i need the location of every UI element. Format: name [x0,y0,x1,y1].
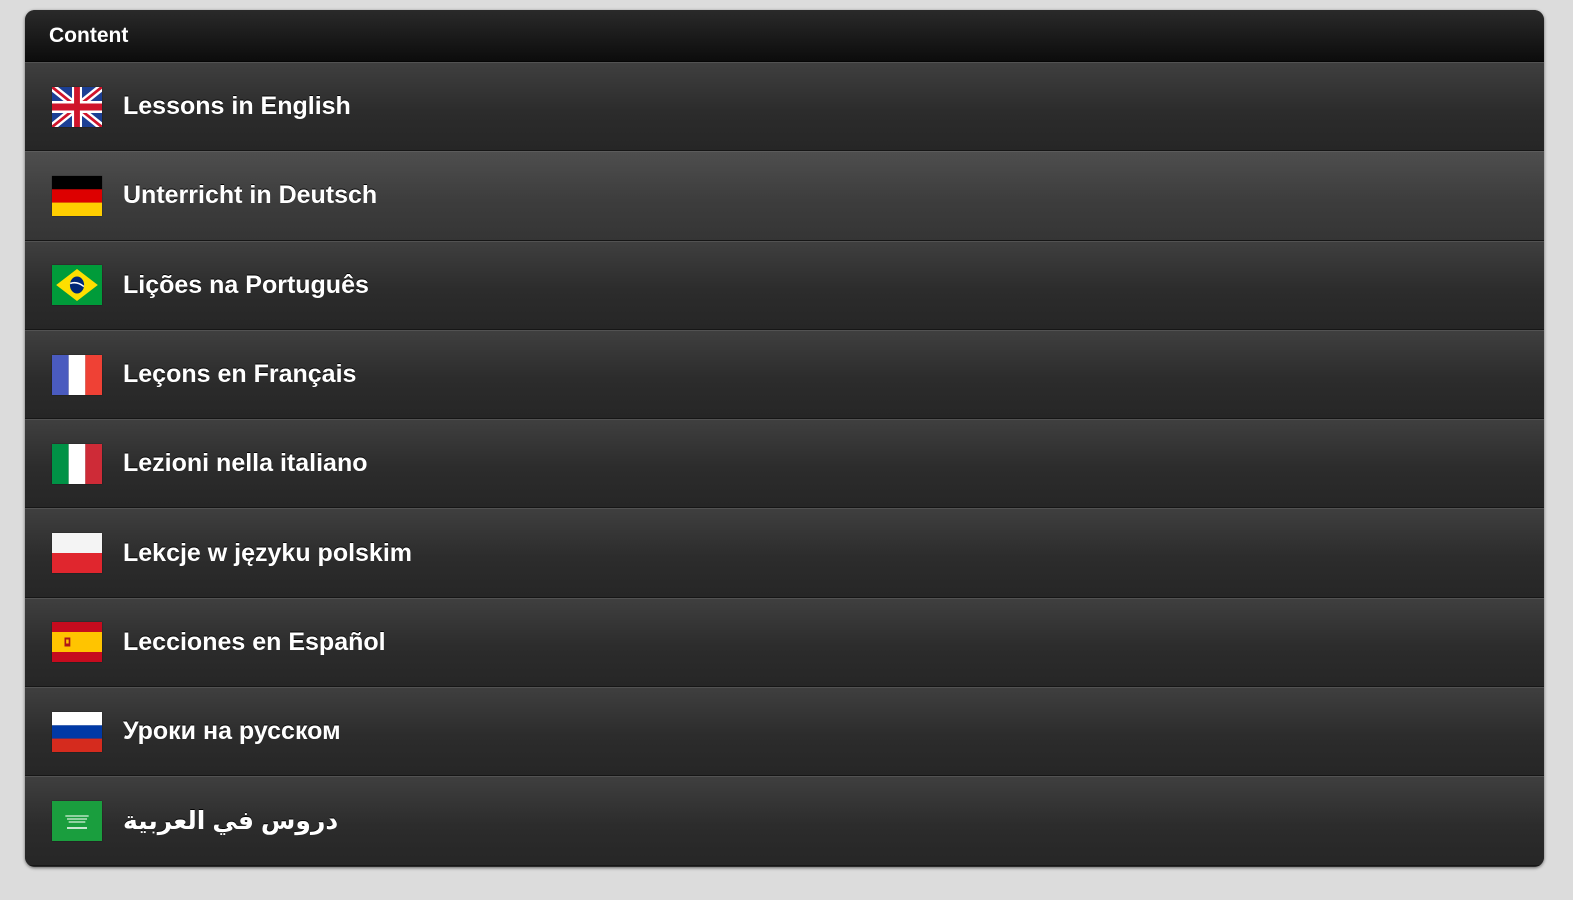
germany-flag-icon [52,175,102,216]
italy-flag-icon [52,443,102,484]
list-item-label: Unterricht in Deutsch [123,181,378,210]
list-item-arabic[interactable]: دروس في العربية [25,776,1544,866]
list-item-label: Уроки на русском [123,717,341,746]
list-item-label: Lecciones en Español [123,627,386,656]
uk-flag-icon [52,86,102,127]
list-item-english[interactable]: Lessons in English [25,62,1544,152]
list-item-label: دروس في العربية [123,807,339,836]
list-item-label: Lições na Português [123,270,369,299]
list-item-german[interactable]: Unterricht in Deutsch [25,151,1544,241]
france-flag-icon [52,354,102,395]
list-item-polish[interactable]: Lekcje w języku polskim [25,508,1544,598]
list-item-russian[interactable]: Уроки на русском [25,687,1544,777]
panel-header: Content [25,10,1544,62]
panel-title: Content [49,23,129,47]
list-item-spanish[interactable]: Lecciones en Español [25,597,1544,688]
spain-flag-icon [52,622,102,663]
list-item-label: Lekcje w języku polskim [123,538,413,567]
list-item-italian[interactable]: Lezioni nella italiano [25,419,1544,509]
russia-flag-icon [52,711,102,752]
poland-flag-icon [52,533,102,574]
list-item-label: Lessons in English [123,92,351,121]
brazil-flag-icon [52,265,102,306]
content-panel: Content Lessons in English Unterricht in… [25,10,1544,867]
list-item-label: Lezioni nella italiano [123,449,368,478]
saudi-arabia-flag-icon [52,801,102,842]
list-item-french[interactable]: Leçons en Français [25,329,1544,420]
list-item-portuguese[interactable]: Lições na Português [25,240,1544,330]
list-item-label: Leçons en Français [123,360,357,389]
